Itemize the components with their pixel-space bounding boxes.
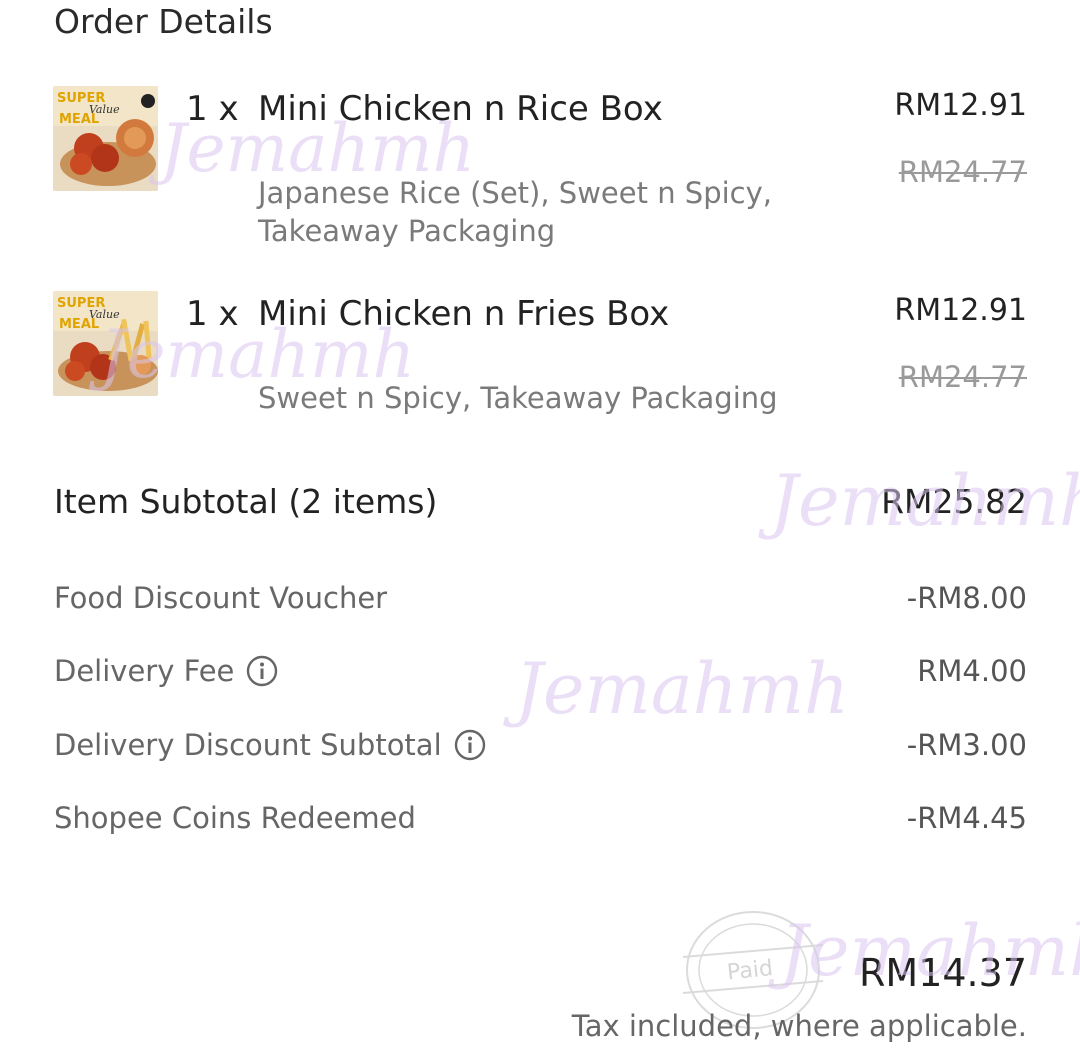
item-subtotal-label: Item Subtotal (2 items) <box>54 482 438 521</box>
item-quantity: 1 x <box>186 294 239 334</box>
item-original-price: RM24.77 <box>898 360 1027 394</box>
item-options: Sweet n Spicy, Takeaway Packaging <box>258 381 778 415</box>
fee-value: RM4.00 <box>917 654 1027 688</box>
item-original-price: RM24.77 <box>898 155 1027 189</box>
tax-note: Tax included, where applicable. <box>571 1009 1027 1043</box>
item-subtotal-value: RM25.82 <box>881 482 1027 521</box>
fee-label: Shopee Coins Redeemed <box>54 801 416 835</box>
svg-text:MEAL: MEAL <box>59 112 99 127</box>
info-icon[interactable] <box>246 655 278 687</box>
delivery-discount-subtotal-row: Delivery Discount Subtotal -RM3.00 <box>54 725 1027 765</box>
shopee-coins-redeemed-row: Shopee Coins Redeemed -RM4.45 <box>54 798 1027 838</box>
item-price: RM12.91 <box>894 293 1027 328</box>
svg-text:MEAL: MEAL <box>59 317 99 332</box>
fee-value: -RM8.00 <box>906 581 1027 615</box>
fee-value: -RM4.45 <box>906 801 1027 835</box>
item-options: Japanese Rice (Set), Sweet n Spicy, Take… <box>258 176 772 248</box>
item-thumbnail: SUPER Value MEAL <box>53 86 158 191</box>
paid-stamp-text: Paid <box>726 956 774 986</box>
fee-label: Food Discount Voucher <box>54 581 388 615</box>
info-icon[interactable] <box>454 729 486 761</box>
order-total: RM14.37 <box>859 951 1027 995</box>
fee-value: -RM3.00 <box>906 728 1027 762</box>
item-price: RM12.91 <box>894 88 1027 123</box>
delivery-fee-row: Delivery Fee RM4.00 <box>54 651 1027 691</box>
fee-label: Delivery Fee <box>54 654 235 688</box>
food-discount-voucher-row: Food Discount Voucher -RM8.00 <box>54 578 1027 618</box>
fee-label: Delivery Discount Subtotal <box>54 728 442 762</box>
item-thumbnail: SUPER Value MEAL <box>53 291 158 396</box>
item-name: Mini Chicken n Rice Box <box>258 89 663 129</box>
section-title: Order Details <box>54 2 273 41</box>
item-name: Mini Chicken n Fries Box <box>258 294 670 334</box>
item-subtotal-row: Item Subtotal (2 items) RM25.82 <box>54 480 1027 524</box>
item-quantity: 1 x <box>186 89 239 129</box>
